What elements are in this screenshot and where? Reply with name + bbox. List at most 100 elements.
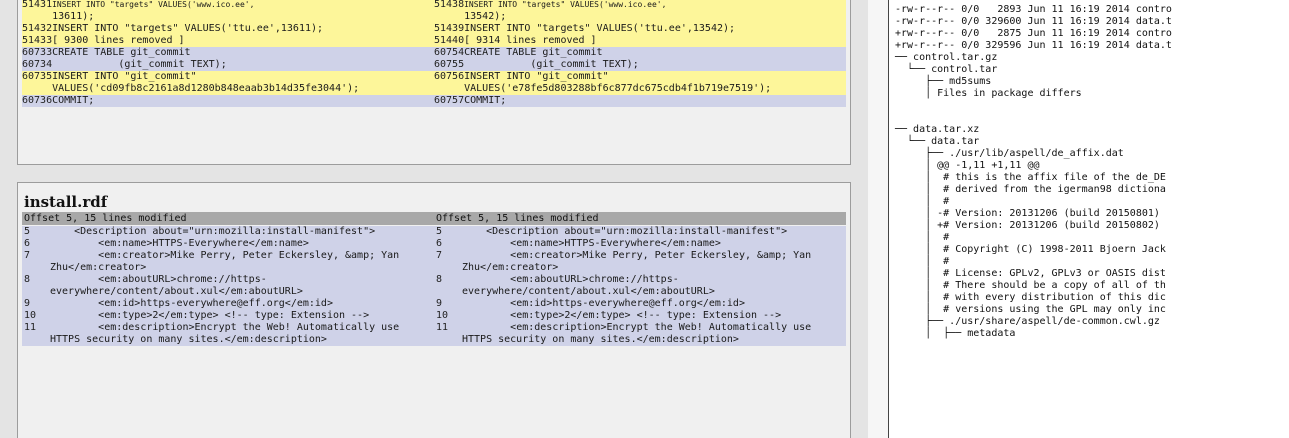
right-cell: 51438 INSERT INTO "targets" VALUES('www.… [434,0,846,23]
code-text: <em:description>Encrypt the Web! Automat… [50,322,406,345]
table-row: 8 <em:aboutURL>chrome://https-everywhere… [22,274,846,298]
code-text: (git_commit TEXT); [464,59,639,70]
code-text: <em:aboutURL>chrome://https-everywhere/c… [50,274,303,297]
line-number: 11 [24,322,37,333]
hunk-header-right: Offset 5, 15 lines modified [436,213,599,224]
tree-line: │ # [895,196,950,207]
text-tree-pane: -rw-r--r-- 0/0 2893 Jun 11 16:19 2014 co… [888,0,1289,438]
code-pre: INSERT INTO "targets" VALUES('www.ico.ee… [464,0,667,9]
tree-line: │ Files in package differs [895,88,1082,99]
code-text: [ 9300 lines removed ] [52,35,185,46]
tree-line: -rw-r--r-- 0/0 329600 Jun 11 16:19 2014 … [895,16,1172,27]
code-text: COMMIT; [464,95,507,106]
line-number: 8 [436,274,443,285]
left-cell: 60734 (git_commit TEXT); [22,59,434,71]
table-row: 51432 INSERT INTO "targets" VALUES('ttu.… [22,23,846,35]
left-cell: 5 <Description about="urn:mozilla:instal… [22,226,434,238]
tree-line: │ # versions using the GPL may only inc [895,304,1166,315]
right-cell: 9 <em:id>https-everywhere@eff.org</em:id… [434,298,846,310]
tree-line: │ # this is the affix file of the de_DE [895,172,1166,183]
code-text: CREATE TABLE git_commit [464,47,603,58]
code-post: 13611); [52,11,95,22]
line-number: 10 [24,310,37,321]
table-row: 10 <em:type>2</em:type> <!-- type: Exten… [22,310,846,322]
line-number: 60734 [22,59,53,70]
code-pre: INSERT INTO "targets" VALUES('www.ico.ee… [52,0,255,9]
code-text: <Description about="urn:mozilla:install-… [462,226,788,237]
tree-line: └── control.tar [895,64,998,75]
tree-line [895,112,1172,124]
line-number: 60733 [22,47,53,58]
hunk-header: Offset 5, 15 lines modified Offset 5, 15… [22,212,846,225]
right-cell: 60755 (git_commit TEXT); [434,59,846,71]
line-number: 51432 [22,23,53,34]
file-tree: -rw-r--r-- 0/0 2893 Jun 11 16:19 2014 co… [895,4,1172,340]
tree-line: │ # [895,232,950,243]
tree-line [895,100,1172,112]
code-text: <em:id>https-everywhere@eff.org</em:id> [462,298,745,309]
tree-line: ├── md5sums [895,76,992,87]
line-number: 6 [436,238,443,249]
tree-line: │ # Copyright (C) 1998-2011 Bjoern Jack [895,244,1166,255]
line-number: 51438 [434,0,465,10]
diff-panel-sqlite: 51431 INSERT INTO "targets" VALUES('www.… [17,0,851,165]
right-cell: 7 <em:creator>Mike Perry, Peter Eckersle… [434,250,846,274]
code-text: <em:name>HTTPS-Everywhere</em:name> [50,238,309,249]
diff-panel-install-rdf: install.rdf Offset 5, 15 lines modified … [17,182,851,438]
tree-line: ── control.tar.gz [895,52,998,63]
line-number: 5 [436,226,443,237]
line-number: 8 [24,274,31,285]
code-text: <em:name>HTTPS-Everywhere</em:name> [462,238,721,249]
left-cell: 51431 INSERT INTO "targets" VALUES('www.… [22,0,434,23]
table-row: 60734 (git_commit TEXT); 60755 (git_comm… [22,59,846,71]
right-cell: 60757 COMMIT; [434,95,846,107]
table-row: 11 <em:description>Encrypt the Web! Auto… [22,322,846,346]
tree-line: │ # derived from the igerman98 dictiona [895,184,1166,195]
code-text: <em:creator>Mike Perry, Peter Eckersley,… [462,250,818,273]
code-text: INSERT INTO "targets" VALUES('www.ico.ee… [52,0,434,23]
table-row: 51431 INSERT INTO "targets" VALUES('www.… [22,0,846,23]
tree-line: │ # License: GPLv2, GPLv3 or OASIS dist [895,268,1166,279]
right-cell: 11 <em:description>Encrypt the Web! Auto… [434,322,846,346]
tree-line: │ # There should be a copy of all of th [895,280,1166,291]
left-cell: 7 <em:creator>Mike Perry, Peter Eckersle… [22,250,434,274]
file-title: install.rdf [24,193,108,211]
table-row: 60735 INSERT INTO "git_commit" VALUES('c… [22,71,846,95]
code-text: INSERT INTO "git_commit" VALUES('e78fe5d… [464,71,772,94]
right-cell: 60756 INSERT INTO "git_commit" VALUES('e… [434,71,846,95]
left-cell: 60736 COMMIT; [22,95,434,107]
left-cell: 11 <em:description>Encrypt the Web! Auto… [22,322,434,346]
diff-table: 51431 INSERT INTO "targets" VALUES('www.… [22,0,846,107]
code-text: <em:type>2</em:type> <!-- type: Extensio… [462,310,782,321]
code-text: <em:creator>Mike Perry, Peter Eckersley,… [50,250,406,273]
hunk-header-left: Offset 5, 15 lines modified [24,213,187,224]
left-cell: 51432 INSERT INTO "targets" VALUES('ttu.… [22,23,434,35]
right-cell: 5 <Description about="urn:mozilla:instal… [434,226,846,238]
tree-line: │ # with every distribution of this dic [895,292,1166,303]
code-text: <em:aboutURL>chrome://https-everywhere/c… [462,274,715,297]
pane-separator [868,0,888,438]
line-number: 7 [24,250,31,261]
line-number: 51431 [22,0,53,10]
right-cell: 8 <em:aboutURL>chrome://https-everywhere… [434,274,846,298]
line-number: 9 [24,298,31,309]
left-cell: 8 <em:aboutURL>chrome://https-everywhere… [22,274,434,298]
line-number: 60736 [22,95,53,106]
left-cell: 6 <em:name>HTTPS-Everywhere</em:name> [22,238,434,250]
left-cell: 60735 INSERT INTO "git_commit" VALUES('c… [22,71,434,95]
line-number: 9 [436,298,443,309]
diff-table: 5 <Description about="urn:mozilla:instal… [22,226,846,346]
code-text: COMMIT; [52,95,95,106]
table-row: 5 <Description about="urn:mozilla:instal… [22,226,846,238]
table-row: 6 <em:name>HTTPS-Everywhere</em:name> 6 … [22,238,846,250]
tree-line: │ @@ -1,11 +1,11 @@ [895,160,1040,171]
line-number: 60754 [434,47,465,58]
line-number: 7 [436,250,443,261]
tree-line: └── data.tar [895,136,980,147]
tree-line: │ -# Version: 20131206 (build 20150801) [895,208,1160,219]
line-number: 5 [24,226,31,237]
code-text: CREATE TABLE git_commit [52,47,191,58]
tree-line: │ +# Version: 20131206 (build 20150802) [895,220,1160,231]
tree-line: -rw-r--r-- 0/0 2893 Jun 11 16:19 2014 co… [895,4,1172,15]
table-row: 7 <em:creator>Mike Perry, Peter Eckersle… [22,250,846,274]
